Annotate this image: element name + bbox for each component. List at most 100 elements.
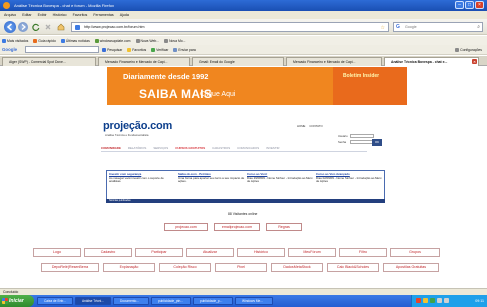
grid-button[interactable]: Cadastro (84, 248, 132, 257)
nav-comunidade[interactable]: COMUNIDADE (101, 146, 121, 150)
bookmark-item[interactable]: Mais visitados (2, 38, 29, 43)
menu-history[interactable]: Histórico (53, 11, 67, 19)
grid-button[interactable]: Atualizar (186, 248, 234, 257)
bookmark-item[interactable]: Últimas notícias (60, 38, 90, 43)
taskbar-item[interactable]: Windows Me... (235, 297, 273, 305)
menu-bookmarks[interactable]: Favoritos (73, 11, 88, 19)
volume-icon[interactable] (444, 298, 449, 303)
back-button[interactable] (4, 21, 16, 33)
grid-button[interactable]: Apostilas Gratuitas (383, 263, 439, 272)
news-item[interactable]: Investir com segurança Ao navegar você i… (109, 172, 176, 199)
login-button[interactable]: OK (372, 139, 382, 146)
menu-help[interactable]: Ajuda (120, 11, 129, 19)
contact-link[interactable]: CONTATO (309, 124, 322, 128)
search-icon[interactable]: ⌕ (477, 23, 480, 31)
nav-cadastros[interactable]: CADASTROS (212, 146, 230, 150)
navigation-toolbar: http://www.projecao.com.br/forum.htm ☆ G… (0, 19, 487, 35)
bookmark-item[interactable]: Nova Web... (135, 38, 159, 43)
home-button[interactable] (56, 22, 66, 32)
tray-icon[interactable] (416, 298, 421, 303)
news-item[interactable]: Curso ao Vivo Avançado Dias 02/09/09 - N… (316, 172, 383, 199)
tray-icon[interactable] (423, 298, 428, 303)
grid-button[interactable]: Grupos (390, 248, 440, 257)
grid-button[interactable]: Participar (135, 248, 183, 257)
grid-button[interactable]: Filtro (339, 248, 387, 257)
google-toolbar-search[interactable] (25, 46, 100, 53)
bookmark-item[interactable]: windowsupdate.com (94, 38, 131, 43)
bookmark-label: Mais visitados (7, 38, 29, 43)
browser-tab[interactable]: Mercado Financeiro e Mercado de Capi... (286, 57, 382, 66)
banner-headline: Diariamente desde 1992 (123, 72, 209, 81)
bookmark-label: Últimas notícias (65, 38, 90, 43)
stop-button[interactable] (43, 22, 53, 32)
menu-view[interactable]: Exibir (38, 11, 47, 19)
google-settings-button[interactable]: Configurações (455, 47, 482, 52)
site-favicon-icon (75, 25, 80, 30)
browser-tab[interactable]: Alger (SWP) - Comercial Spot Dove... (2, 57, 96, 66)
grid-button[interactable]: Coleção Risco (159, 263, 211, 272)
news-item[interactable]: Saiba ok.com - Petróleo Uma forma para a… (178, 172, 245, 199)
tray-icon[interactable] (430, 298, 435, 303)
taskbar-item[interactable]: publicidade_p... (193, 297, 233, 305)
grid-button[interactable]: Explanação (103, 263, 155, 272)
username-label: Usuário (338, 134, 348, 138)
ad-banner[interactable]: Diariamente desde 1992 SAIBA MAIS Clique… (107, 67, 407, 105)
username-field[interactable] (350, 134, 374, 138)
bookmark-item[interactable]: Guia rápido (33, 38, 56, 43)
network-icon[interactable] (437, 298, 442, 303)
nav-servicos[interactable]: SERVIÇOS (153, 146, 168, 150)
menu-edit[interactable]: Editar (22, 11, 31, 19)
taskbar-item[interactable]: Caixa de Entr... (37, 297, 73, 305)
projecao-link[interactable]: projecao.com (164, 223, 208, 231)
close-tab-icon[interactable]: × (472, 59, 477, 64)
start-button[interactable]: Iniciar (0, 295, 34, 307)
maximize-button[interactable]: □ (465, 1, 474, 9)
news-item[interactable]: Curso ao Vivo! Dias 29/08/09 - Nome Sinf… (247, 172, 314, 199)
bookmark-item[interactable]: Nova Mo... (164, 38, 186, 43)
grid-button[interactable]: Pixel (215, 263, 267, 272)
menu-tools[interactable]: Ferramentas (93, 11, 113, 19)
grid-button[interactable]: Histórico (237, 248, 285, 257)
bookmark-label: windowsupdate.com (99, 38, 131, 43)
taskbar-item[interactable]: publicidade_ptn... (151, 297, 191, 305)
browser-tab-active[interactable]: Análise Técnica Bovespa - chat e... × (384, 57, 479, 66)
grid-button[interactable]: MeuFórum (288, 248, 336, 257)
grid-button[interactable]: DepoRelé(ResenBerra (41, 263, 99, 272)
send-icon (173, 47, 178, 52)
grid-button[interactable]: Logo (33, 248, 81, 257)
minimize-button[interactable]: – (455, 1, 464, 9)
banner-side-text: Boletim Insider (343, 73, 380, 79)
bookmark-star-icon[interactable]: ☆ (381, 24, 385, 32)
nav-cursos[interactable]: CURSOS GRATUITOS (175, 146, 205, 150)
stop-icon (45, 24, 51, 30)
google-bookmarks-button[interactable]: Favoritos (127, 47, 146, 52)
grid-button[interactable]: DadosMetaStock (271, 263, 323, 272)
site-logo[interactable]: projeção.com (103, 120, 172, 132)
home-link[interactable]: HOME (297, 124, 305, 128)
window-title: Análise Técnica Bovespa - chat e forum -… (14, 3, 114, 8)
taskbar-item-active[interactable]: Análise Técni... (75, 297, 111, 305)
nav-investir[interactable]: INVESTIR (266, 146, 279, 150)
menu-file[interactable]: Arquivo (4, 11, 16, 19)
google-search-button[interactable]: Pesquisar (102, 47, 122, 52)
nav-relatorios[interactable]: RELATÓRIOS (128, 146, 146, 150)
google-send-button[interactable]: Enviar para (173, 47, 196, 52)
browser-tab[interactable]: Gmail: Email do Google (192, 57, 284, 66)
url-bar[interactable]: http://www.projecao.com.br/forum.htm ☆ (71, 22, 389, 32)
taskbar-item-label: Documento... (120, 299, 139, 303)
tab-label: Análise Técnica Bovespa - chat e... (391, 60, 448, 64)
google-check-button[interactable]: Verificar (151, 47, 168, 52)
close-button[interactable]: × (475, 1, 484, 9)
search-input[interactable]: G Google ⌕ (393, 22, 483, 32)
nav-comunicados[interactable]: COMUNICADOS (237, 146, 259, 150)
email-link[interactable]: emailprojecao.com (214, 223, 260, 231)
news-body: Dias 29/08/09 - Nome Sinfour - Introduçã… (247, 175, 314, 184)
forward-button[interactable] (18, 22, 28, 32)
browser-tab[interactable]: Mercado Financeiro e Mercado de Capi... (98, 57, 190, 66)
reload-button[interactable] (31, 22, 41, 32)
system-tray: 09:11 (411, 295, 487, 307)
google-item-label: Enviar para (178, 47, 196, 52)
rules-link[interactable]: Regras (266, 223, 302, 231)
grid-button[interactable]: Calc Black&Scholes (327, 263, 379, 272)
taskbar-item[interactable]: Documento... (113, 297, 149, 305)
